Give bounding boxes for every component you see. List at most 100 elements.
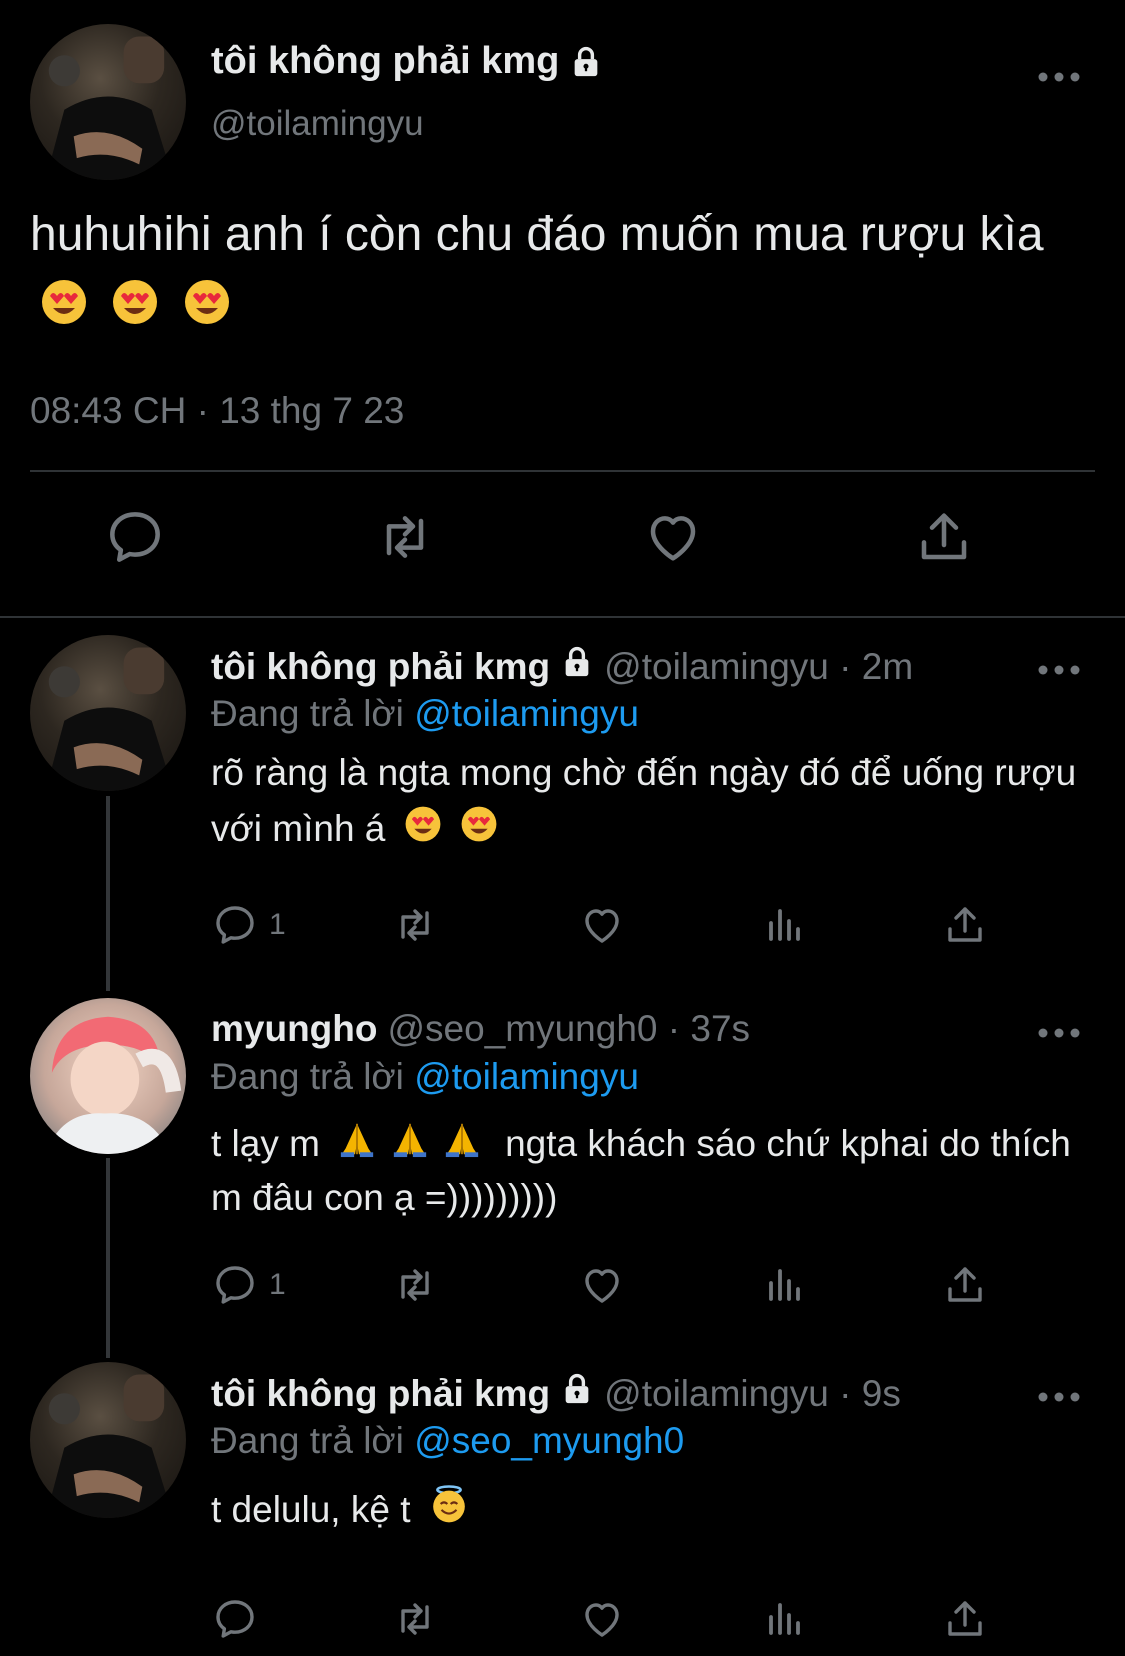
avatar[interactable] [30,24,186,180]
reply-button[interactable]: 1 [211,900,286,950]
reply-button[interactable] [211,1594,259,1644]
share-button[interactable] [941,1260,989,1310]
analytics-button[interactable] [761,900,809,950]
like-icon [650,516,696,561]
reply-text: t lạy m ngta khách sáo chứ kphai do thíc… [211,1118,1091,1224]
reply-count: 1 [269,1268,286,1301]
share-button[interactable] [941,1594,989,1644]
heart-eyes-emoji-icon [460,803,498,859]
lock-icon [569,45,603,79]
mention-link[interactable]: @toilamingyu [414,693,639,734]
reply-button[interactable]: 1 [211,1260,286,1310]
reply-icon [110,512,160,562]
analytics-icon [769,1269,800,1301]
analytics-button[interactable] [761,1260,809,1310]
handle-time[interactable]: @toilamingyu · 9s [604,1373,901,1415]
more-icon[interactable] [1037,70,1081,82]
reply-header: myungho @seo_myungh0 · 37s [211,1008,750,1050]
share-button[interactable] [912,505,976,569]
like-button[interactable] [578,1594,626,1644]
retweet-button[interactable] [391,1594,439,1644]
retweet-button[interactable] [373,505,437,569]
share-icon [948,1601,982,1636]
reply-tweet: tôi không phải kmg @toilamingyu · 9s Đan… [0,1362,1125,1652]
retweet-button[interactable] [391,900,439,950]
display-name[interactable]: tôi không phải kmg [211,646,550,688]
retweet-icon [386,516,424,558]
more-icon[interactable] [1037,1026,1081,1038]
share-icon [921,513,967,560]
more-icon[interactable] [1037,1390,1081,1402]
retweet-icon [401,909,429,941]
like-icon [585,909,619,943]
replying-to: Đang trả lời @toilamingyu [211,1056,639,1098]
reply-icon [216,1600,254,1638]
mention-link[interactable]: @seo_myungh0 [414,1420,684,1461]
lock-icon [560,1372,594,1415]
handle-time[interactable]: @seo_myungh0 · 37s [387,1008,750,1050]
avatar[interactable] [30,635,186,791]
tweet-text: huhuhihi anh í còn chu đáo muốn mua rượu… [30,198,1090,348]
folded-hands-emoji-icon [338,1120,376,1172]
replying-prefix: Đang trả lời [211,1420,404,1461]
handle-time[interactable]: @toilamingyu · 2m [604,646,913,688]
folded-hands-emoji-icon [443,1120,481,1172]
retweet-button[interactable] [391,1260,439,1310]
display-name[interactable]: tôi không phải kmg [211,40,603,83]
action-bar: 1 [211,1260,1011,1310]
reply-text: rõ ràng là ngta mong chờ đến ngày đó để … [211,745,1091,859]
analytics-button[interactable] [761,1594,809,1644]
avatar[interactable] [30,998,186,1154]
reply-text-content: rõ ràng là ngta mong chờ đến ngày đó để … [211,752,1077,849]
replying-to: Đang trả lời @seo_myungh0 [211,1420,684,1462]
retweet-icon [401,1269,429,1301]
lock-icon [560,645,594,688]
heart-eyes-emoji-icon [183,274,231,348]
divider [30,470,1095,472]
replying-prefix: Đang trả lời [211,1056,404,1097]
reply-count: 1 [269,908,286,941]
reply-text-content: t delulu, kệ t [211,1489,411,1530]
reply-icon [216,906,254,944]
halo-smile-emoji-icon [429,1484,469,1540]
share-button[interactable] [941,900,989,950]
share-icon [948,1267,982,1302]
replying-prefix: Đang trả lời [211,693,404,734]
analytics-icon [769,909,800,941]
handle[interactable]: @toilamingyu [211,104,424,144]
reply-header: tôi không phải kmg @toilamingyu · 9s [211,1372,901,1415]
like-button[interactable] [578,1260,626,1310]
action-bar [0,505,1125,585]
reply-tweet: myungho @seo_myungh0 · 37s Đang trả lời … [0,998,1125,1358]
reply-header: tôi không phải kmg @toilamingyu · 2m [211,645,913,688]
reply-icon [216,1266,254,1304]
retweet-icon [401,1603,429,1635]
like-button[interactable] [578,900,626,950]
folded-hands-emoji-icon [391,1120,429,1172]
action-bar [211,1594,1011,1644]
tweet-thread-page: tôi không phải kmg @toilamingyu huhuhihi… [0,0,1125,1656]
display-name-text: tôi không phải kmg [211,40,560,82]
more-icon[interactable] [1037,663,1081,675]
like-icon [585,1269,619,1303]
tweet-timestamp[interactable]: 08:43 CH · 13 thg 7 23 [30,390,404,432]
share-icon [948,907,982,942]
display-name[interactable]: tôi không phải kmg [211,1373,550,1415]
main-tweet: tôi không phải kmg @toilamingyu huhuhihi… [0,0,1125,618]
reply-text: t delulu, kệ t [211,1482,1091,1540]
heart-eyes-emoji-icon [40,274,88,348]
heart-eyes-emoji-icon [111,274,159,348]
action-bar: 1 [211,900,1011,950]
replying-to: Đang trả lời @toilamingyu [211,693,639,735]
reply-text-content: t lạy m [211,1123,320,1164]
like-button[interactable] [641,505,705,569]
reply-button[interactable] [103,505,167,569]
tweet-text-content: huhuhihi anh í còn chu đáo muốn mua rượu… [30,208,1044,261]
heart-eyes-emoji-icon [404,803,442,859]
like-icon [585,1603,619,1637]
analytics-icon [769,1603,800,1635]
display-name[interactable]: myungho [211,1008,377,1050]
avatar[interactable] [30,1362,186,1518]
mention-link[interactable]: @toilamingyu [414,1056,639,1097]
reply-tweet: tôi không phải kmg @toilamingyu · 2m Đan… [0,635,1125,995]
